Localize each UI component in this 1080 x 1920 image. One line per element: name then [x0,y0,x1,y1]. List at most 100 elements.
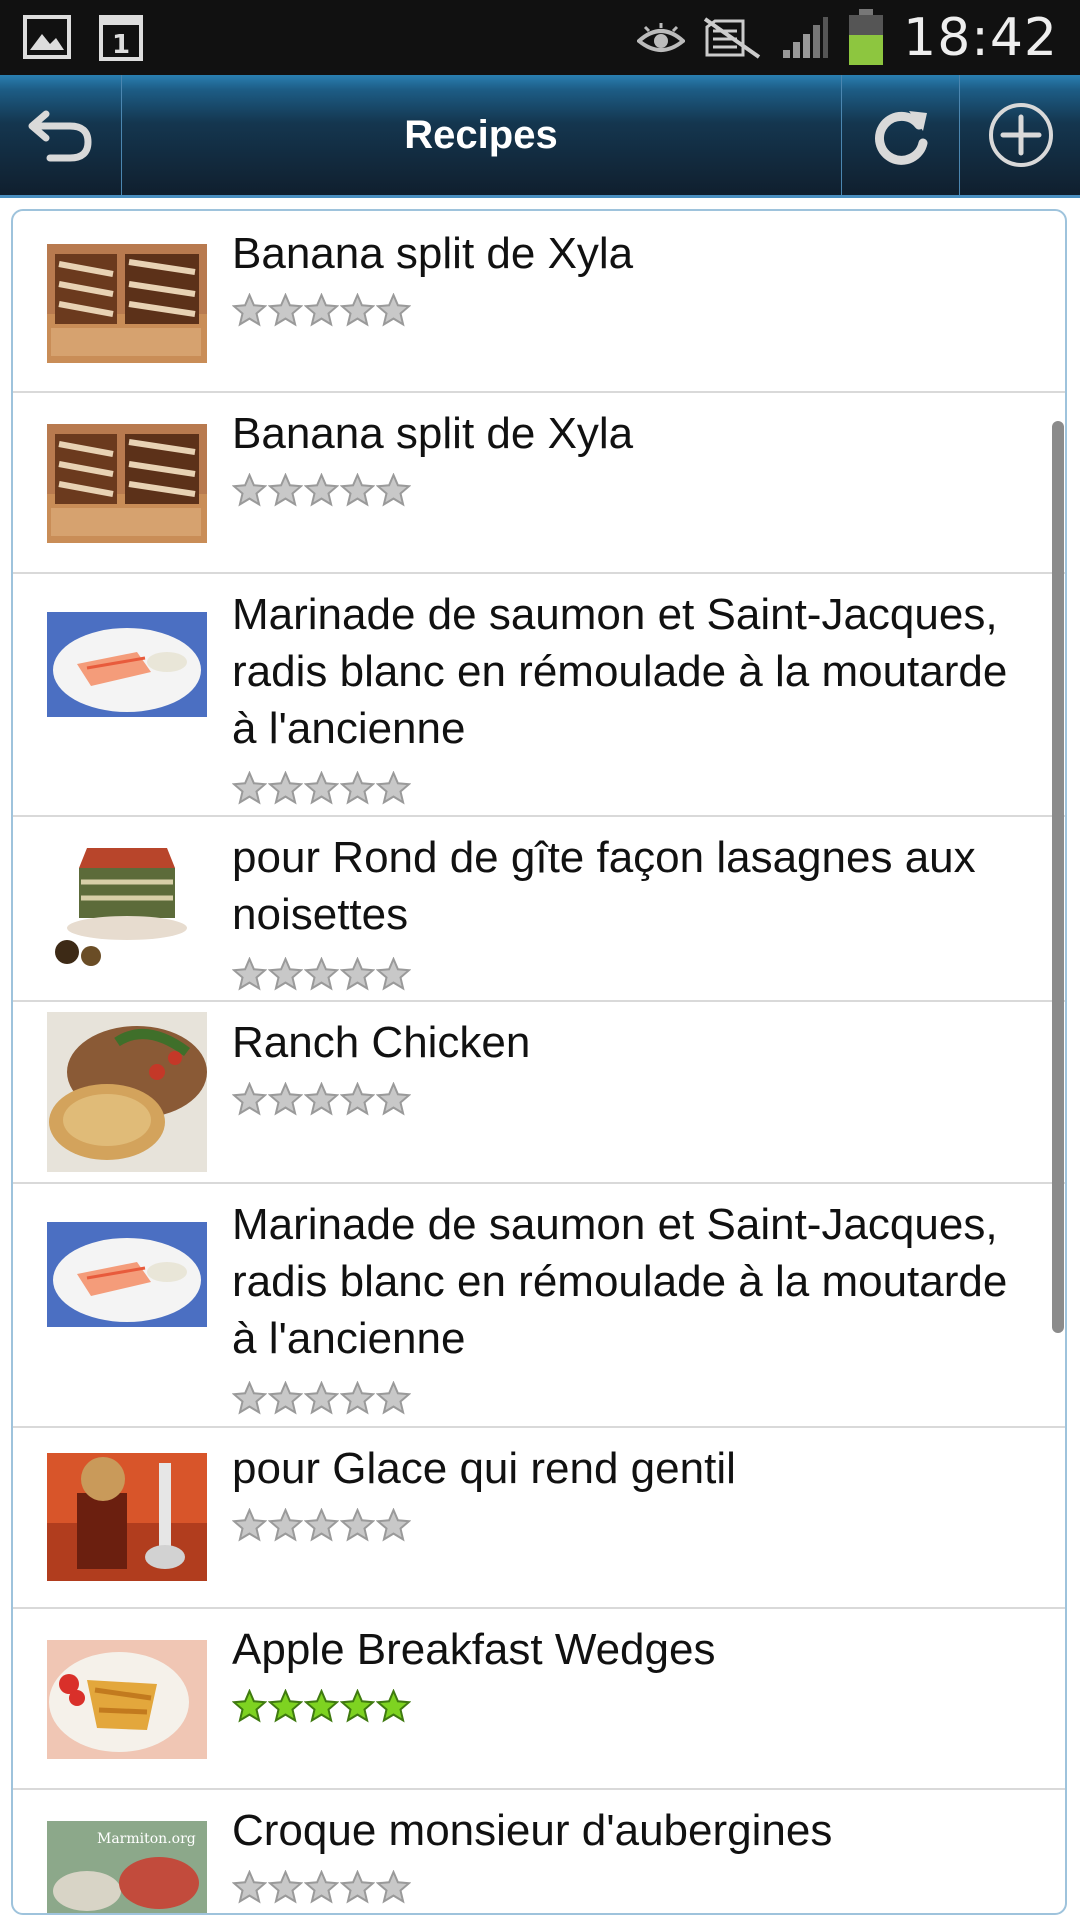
star-empty-icon [376,473,411,507]
back-button[interactable] [0,75,122,195]
star-empty-icon [304,1381,339,1415]
notification-count: 1 [112,30,130,60]
star-empty-icon [268,1381,303,1415]
star-empty-icon [304,1870,339,1904]
recipe-title: Marinade de saumon et Saint-Jacques, rad… [232,590,1008,753]
recipe-title: Marinade de saumon et Saint-Jacques, rad… [232,1200,1008,1363]
add-circle-icon [988,103,1053,167]
star-empty-icon [232,1870,267,1904]
star-empty-icon [268,473,303,507]
recipe-title: pour Rond de gîte façon lasagnes aux noi… [232,833,976,939]
star-empty-icon [304,473,339,507]
recipe-title: Banana split de Xyla [232,229,634,278]
banana-split-image [47,424,207,543]
star-empty-icon [376,1381,411,1415]
star-filled-icon [232,1689,267,1723]
star-empty-icon [232,473,267,507]
star-empty-icon [340,293,375,327]
star-empty-icon [376,957,411,991]
signal-icon [783,16,829,58]
star-empty-icon [340,1870,375,1904]
star-empty-icon [268,1082,303,1116]
banana-split-image [47,244,207,363]
star-empty-icon [376,293,411,327]
star-empty-icon [376,1082,411,1116]
recipe-row[interactable]: Marinade de saumon et Saint-Jacques, rad… [13,574,1065,817]
star-empty-icon [304,771,339,805]
star-empty-icon [340,473,375,507]
salmon-plate-image [47,1222,207,1327]
star-empty-icon [268,771,303,805]
recipe-title: Ranch Chicken [232,1018,531,1067]
star-empty-icon [376,1870,411,1904]
clock: 18:42 [903,7,1058,68]
star-empty-icon [304,1082,339,1116]
recipe-row[interactable]: pour Rond de gîte façon lasagnes aux noi… [13,817,1065,1002]
calendar-icon: 1 [99,15,143,61]
star-empty-icon [304,957,339,991]
add-recipe-button[interactable] [959,75,1080,195]
no-sim-icon [703,16,761,59]
star-empty-icon [232,957,267,991]
star-empty-icon [340,957,375,991]
star-empty-icon [268,293,303,327]
recipe-title: Apple Breakfast Wedges [232,1625,716,1674]
star-empty-icon [340,1508,375,1542]
back-arrow-icon [28,110,92,162]
star-empty-icon [232,1381,267,1415]
recipe-row[interactable]: Ranch Chicken [13,1002,1065,1184]
eye-icon [637,22,686,52]
star-empty-icon [232,771,267,805]
rating-stars [232,1870,411,1905]
rating-stars [232,1689,411,1724]
star-empty-icon [232,1082,267,1116]
ranch-chicken-image [47,1012,207,1172]
star-filled-icon [340,1689,375,1723]
star-empty-icon [268,1870,303,1904]
ice-cream-image [47,1453,207,1581]
star-empty-icon [268,1508,303,1542]
refresh-icon [875,111,928,165]
battery-icon [849,8,884,65]
recipe-list-panel: Banana split de Xyla Banana split de Xyl… [11,209,1067,1915]
recipe-title: Croque monsieur d'aubergines [232,1806,833,1855]
star-filled-icon [304,1689,339,1723]
status-bar: 1 18:42 [0,0,1080,75]
action-bar: Recipes [0,75,1080,198]
rating-stars [232,1082,411,1117]
lasagne-image [47,842,207,970]
recipe-list: Banana split de Xyla Banana split de Xyl… [13,211,1065,1913]
star-empty-icon [304,293,339,327]
star-empty-icon [340,771,375,805]
star-empty-icon [376,771,411,805]
recipe-row[interactable]: pour Glace qui rend gentil [13,1428,1065,1609]
salmon-plate-image [47,612,207,717]
star-filled-icon [268,1689,303,1723]
star-empty-icon [376,1508,411,1542]
gallery-icon [23,15,71,59]
star-filled-icon [376,1689,411,1723]
apple-wedges-image [47,1640,207,1759]
star-empty-icon [304,1508,339,1542]
recipe-row[interactable]: Apple Breakfast Wedges [13,1609,1065,1790]
rating-stars [232,771,411,806]
rating-stars [232,1381,411,1416]
recipe-title: pour Glace qui rend gentil [232,1444,736,1493]
rating-stars [232,293,411,328]
recipe-title: Banana split de Xyla [232,409,634,458]
star-empty-icon [340,1082,375,1116]
star-empty-icon [232,1508,267,1542]
recipe-row[interactable]: Banana split de Xyla [13,393,1065,574]
recipe-row[interactable]: Marmiton.org Croque monsieur d'aubergine… [13,1790,1065,1913]
scrollbar[interactable] [1052,421,1064,1333]
star-empty-icon [268,957,303,991]
rating-stars [232,957,411,992]
rating-stars [232,1508,411,1543]
refresh-button[interactable] [841,75,960,195]
rating-stars [232,473,411,508]
croque-aubergine-image: Marmiton.org [47,1821,207,1913]
thumb-watermark: Marmiton.org [97,1831,196,1847]
recipe-row[interactable]: Marinade de saumon et Saint-Jacques, rad… [13,1184,1065,1428]
page-title: Recipes [404,112,558,157]
recipe-row[interactable]: Banana split de Xyla [13,211,1065,393]
